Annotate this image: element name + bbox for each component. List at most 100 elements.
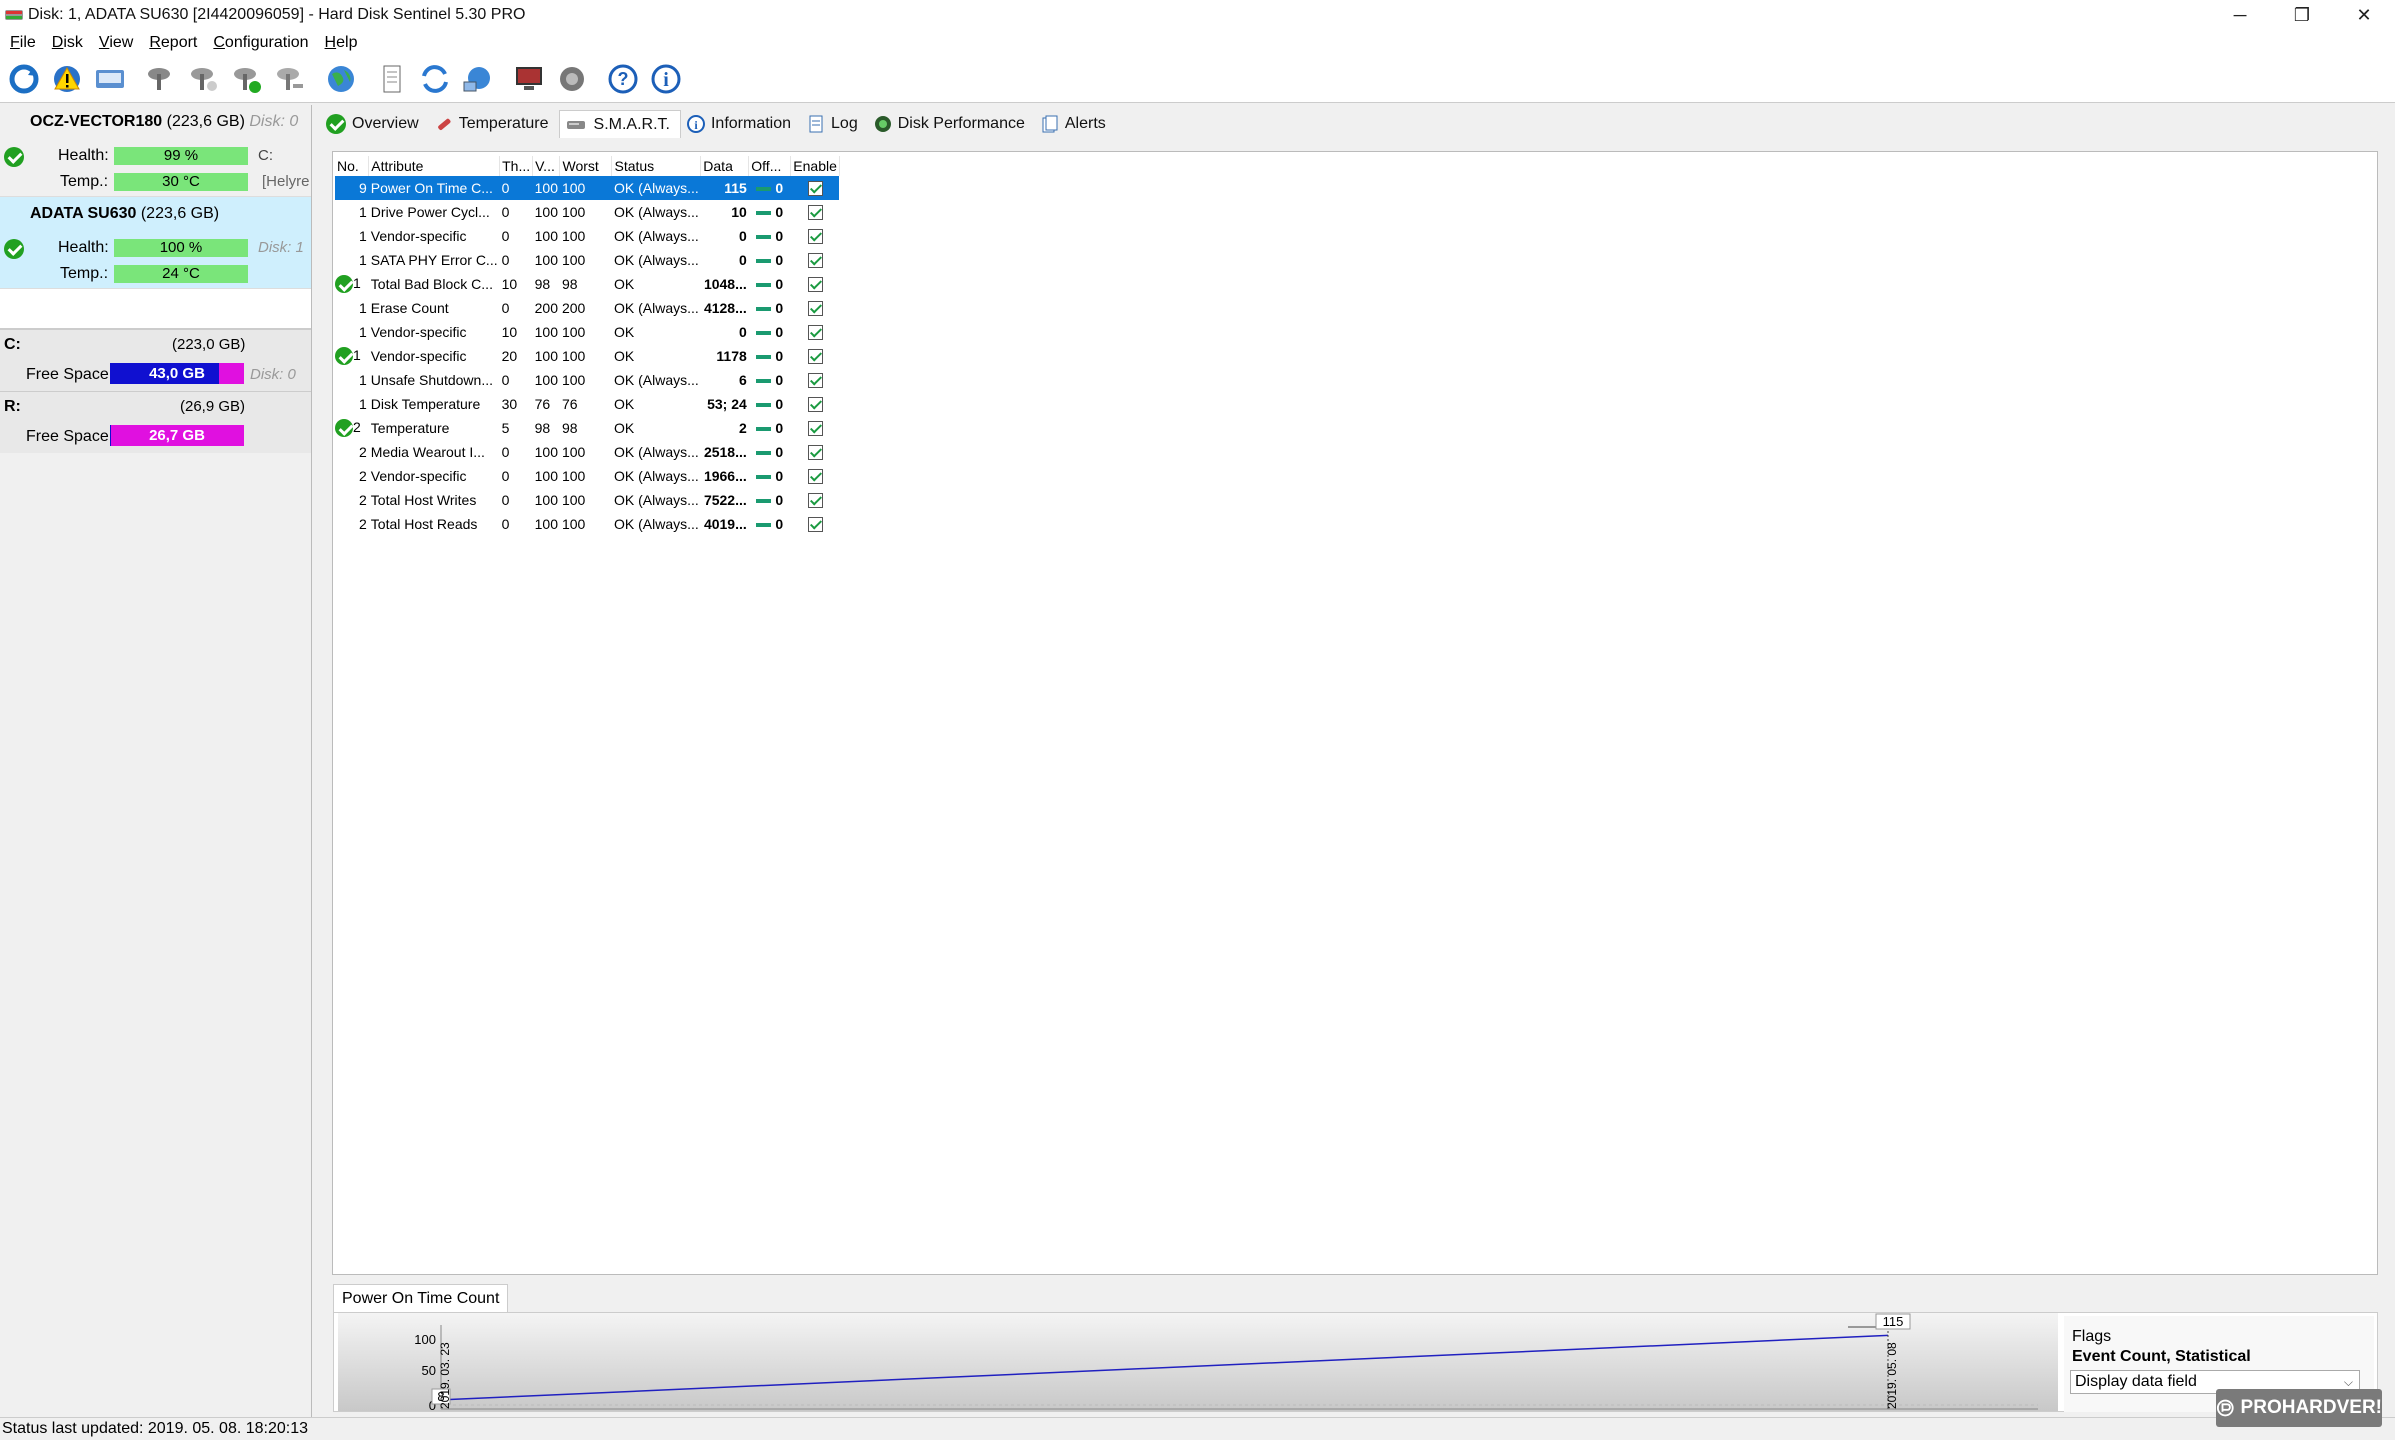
chart-tab[interactable]: Power On Time Count	[333, 1284, 509, 1312]
col-status[interactable]: Status	[611, 156, 702, 176]
cell-enable[interactable]	[791, 368, 840, 392]
table-row[interactable]: 2 Vendor-specific 0 100 100 OK (Always... 1966…	[335, 464, 839, 488]
enable-checkbox[interactable]	[807, 229, 823, 245]
table-row[interactable]: 1 Total Bad Block C... 10 98 98 OK 1048... 0	[335, 272, 839, 296]
col-offset[interactable]: Off...	[748, 156, 792, 176]
menu-help[interactable]: Help	[317, 30, 366, 55]
enable-checkbox[interactable]	[807, 445, 823, 461]
disk-surface-icon[interactable]	[184, 59, 224, 99]
table-row[interactable]: 2 Media Wearout I... 0 100 100 OK (Always... 2…	[335, 440, 839, 464]
enable-checkbox[interactable]	[807, 205, 823, 221]
table-row[interactable]: 1 Vendor-specific 10 100 100 OK 0 0	[335, 320, 839, 344]
tab-overview[interactable]: Overview	[320, 110, 429, 138]
cell-offset[interactable]: 0	[749, 368, 791, 392]
cell-offset[interactable]: 0	[749, 272, 791, 296]
refresh-icon[interactable]	[4, 59, 44, 99]
alert-icon[interactable]	[47, 59, 87, 99]
enable-checkbox[interactable]	[807, 181, 823, 197]
disk-report-icon[interactable]	[90, 59, 130, 99]
cell-enable[interactable]	[791, 224, 840, 248]
help-icon[interactable]: ?	[603, 59, 643, 99]
cell-enable[interactable]	[791, 200, 840, 224]
enable-checkbox[interactable]	[807, 421, 823, 437]
disk-ok-icon[interactable]	[227, 59, 267, 99]
cell-offset[interactable]: 0	[748, 176, 791, 200]
cell-offset[interactable]: 0	[749, 488, 791, 512]
col-enable[interactable]: Enable	[790, 156, 840, 176]
cell-enable[interactable]	[791, 248, 840, 272]
enable-checkbox[interactable]	[807, 373, 823, 389]
menu-view[interactable]: View	[91, 30, 141, 55]
cell-offset[interactable]: 0	[749, 320, 791, 344]
col-attribute[interactable]: Attribute	[368, 156, 501, 176]
enable-checkbox[interactable]	[807, 517, 823, 533]
enable-checkbox[interactable]	[807, 469, 823, 485]
enable-checkbox[interactable]	[807, 253, 823, 269]
info-icon[interactable]: i	[646, 59, 686, 99]
table-row[interactable]: 1 Unsafe Shutdown... 0 100 100 OK (Always... 6…	[335, 368, 839, 392]
table-row[interactable]: 1 Disk Temperature 30 76 76 OK 53; 24 0	[335, 392, 839, 416]
tab-alerts[interactable]: Alerts	[1035, 110, 1116, 138]
speaker-icon[interactable]	[552, 59, 592, 99]
cell-enable[interactable]	[791, 512, 840, 536]
table-row[interactable]: 2 Total Host Reads 0 100 100 OK (Always... 401…	[335, 512, 839, 536]
table-row[interactable]: 9 Power On Time C... 0 100 100 OK (Always... 1…	[335, 176, 840, 200]
enable-checkbox[interactable]	[807, 493, 823, 509]
network-icon[interactable]	[458, 59, 498, 99]
table-row[interactable]: 1 Vendor-specific 20 100 100 OK 1178 0	[335, 344, 839, 368]
col-data[interactable]: Data	[700, 156, 750, 176]
menu-disk[interactable]: Disk	[44, 30, 91, 55]
col-value[interactable]: V...	[532, 156, 561, 176]
cell-enable[interactable]	[791, 392, 840, 416]
table-row[interactable]: 2 Total Host Writes 0 100 100 OK (Always... 75…	[335, 488, 839, 512]
cell-offset[interactable]: 0	[749, 392, 791, 416]
disk-settings-icon[interactable]	[270, 59, 310, 99]
cell-offset[interactable]: 0	[749, 296, 791, 320]
cell-offset[interactable]: 0	[749, 344, 791, 368]
restore-button[interactable]: ❐	[2271, 0, 2333, 30]
tab-temperature[interactable]: Temperature	[429, 110, 559, 138]
tab-smart[interactable]: S.M.A.R.T.	[558, 110, 681, 138]
cell-offset[interactable]: 0	[749, 440, 791, 464]
menu-report[interactable]: Report	[141, 30, 205, 55]
cell-offset[interactable]: 0	[749, 248, 791, 272]
cell-enable[interactable]	[790, 176, 840, 200]
cell-offset[interactable]: 0	[749, 224, 791, 248]
monitor-icon[interactable]	[509, 59, 549, 99]
col-threshold[interactable]: Th...	[499, 156, 534, 176]
col-no[interactable]: No.	[335, 156, 370, 176]
disk-card-0[interactable]: OCZ-VECTOR180 (223,6 GB) Disk: 0 Health:…	[0, 105, 311, 197]
cell-enable[interactable]	[791, 416, 840, 440]
table-row[interactable]: 2 Temperature 5 98 98 OK 2 0	[335, 416, 839, 440]
cell-enable[interactable]	[791, 272, 840, 296]
col-worst[interactable]: Worst	[559, 156, 613, 176]
tab-disk-performance[interactable]: Disk Performance	[868, 110, 1035, 138]
report-icon[interactable]	[372, 59, 412, 99]
cell-enable[interactable]	[791, 464, 840, 488]
sync-icon[interactable]	[415, 59, 455, 99]
cell-offset[interactable]: 0	[749, 416, 791, 440]
cell-enable[interactable]	[791, 440, 840, 464]
table-row[interactable]: 1 Erase Count 0 200 200 OK (Always... 4128... …	[335, 296, 839, 320]
cell-offset[interactable]: 0	[749, 464, 791, 488]
cell-enable[interactable]	[791, 488, 840, 512]
table-row[interactable]: 1 Vendor-specific 0 100 100 OK (Always... 0 0	[335, 224, 839, 248]
enable-checkbox[interactable]	[807, 325, 823, 341]
cell-enable[interactable]	[791, 320, 840, 344]
tab-log[interactable]: Log	[801, 110, 868, 138]
cell-enable[interactable]	[791, 344, 840, 368]
menu-configuration[interactable]: Configuration	[205, 30, 316, 55]
cell-offset[interactable]: 0	[749, 200, 791, 224]
menu-file[interactable]: File	[2, 30, 44, 55]
disk-card-1[interactable]: ADATA SU630 (223,6 GB) Health: 100 % Dis…	[0, 197, 311, 289]
table-row[interactable]: 1 SATA PHY Error C... 0 100 100 OK (Always...…	[335, 248, 839, 272]
close-button[interactable]: ✕	[2333, 0, 2395, 30]
minimize-button[interactable]: ─	[2209, 0, 2271, 30]
volume-c[interactable]: C: (223,0 GB) Free Space 43,0 GB Disk: 0	[0, 329, 311, 391]
enable-checkbox[interactable]	[807, 301, 823, 317]
tab-information[interactable]: i Information	[681, 110, 801, 138]
enable-checkbox[interactable]	[807, 277, 823, 293]
table-row[interactable]: 1 Drive Power Cycl... 0 100 100 OK (Always...…	[335, 200, 839, 224]
cell-enable[interactable]	[791, 296, 840, 320]
globe-icon[interactable]	[321, 59, 361, 99]
